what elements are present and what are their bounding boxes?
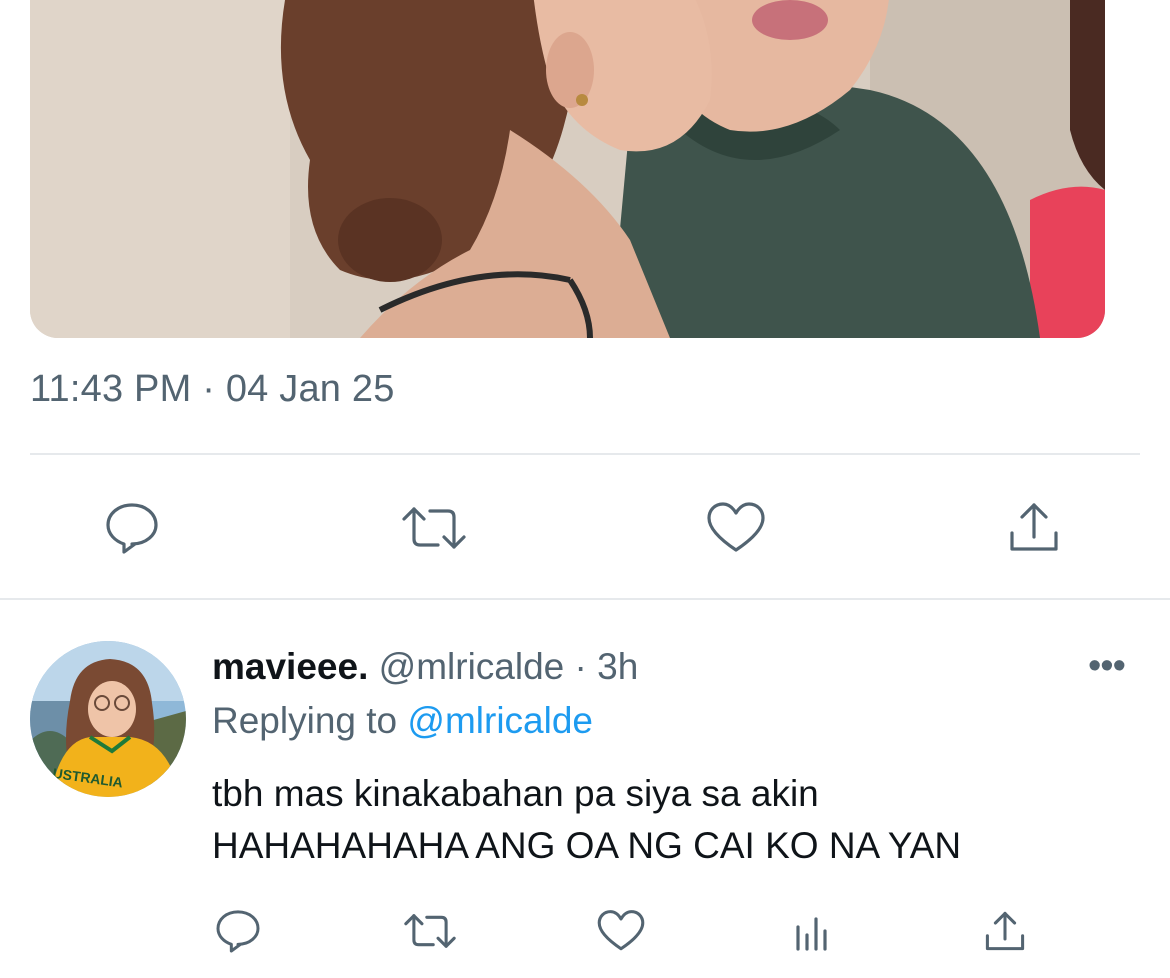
retweet-icon[interactable] — [398, 498, 470, 558]
replying-to-label: Replying to — [212, 700, 398, 741]
reply-icon[interactable] — [100, 498, 164, 558]
like-icon[interactable] — [595, 905, 647, 957]
reply-handle[interactable]: @mlricalde — [379, 646, 565, 687]
retweet-icon[interactable] — [400, 905, 460, 957]
reply-icon[interactable] — [212, 905, 264, 957]
more-options-icon[interactable]: ••• — [1088, 647, 1126, 685]
tweet-photo[interactable] — [30, 0, 1105, 338]
divider — [0, 598, 1170, 600]
like-icon[interactable] — [704, 498, 768, 558]
tweet-date: 04 Jan 25 — [225, 368, 395, 410]
replying-to-handle[interactable]: @mlricalde — [407, 700, 593, 741]
reply-text-line: HAHAHAHAHA ANG OA NG CAI KO NA YAN — [212, 825, 962, 866]
reply-age[interactable]: 3h — [597, 646, 638, 687]
reply-separator: · — [574, 646, 587, 687]
reply-display-name[interactable]: mavieee. — [212, 646, 368, 687]
tweet-time: 11:43 PM — [30, 368, 192, 410]
share-icon[interactable] — [980, 905, 1030, 957]
timestamp-separator: · — [202, 368, 216, 410]
reply-text: tbh mas kinakabahan pa siya sa akin HAHA… — [212, 768, 961, 872]
reply-text-line: tbh mas kinakabahan pa siya sa akin — [212, 773, 819, 814]
tweet-timestamp[interactable]: 11:43 PM · 04 Jan 25 — [30, 368, 395, 411]
reply-header: mavieee. @mlricalde · 3h — [212, 646, 638, 688]
replying-to: Replying to @mlricalde — [212, 700, 593, 742]
views-icon[interactable] — [790, 908, 834, 954]
avatar[interactable]: USTRALIA — [30, 641, 186, 797]
divider — [30, 453, 1140, 455]
share-icon[interactable] — [1002, 496, 1066, 558]
